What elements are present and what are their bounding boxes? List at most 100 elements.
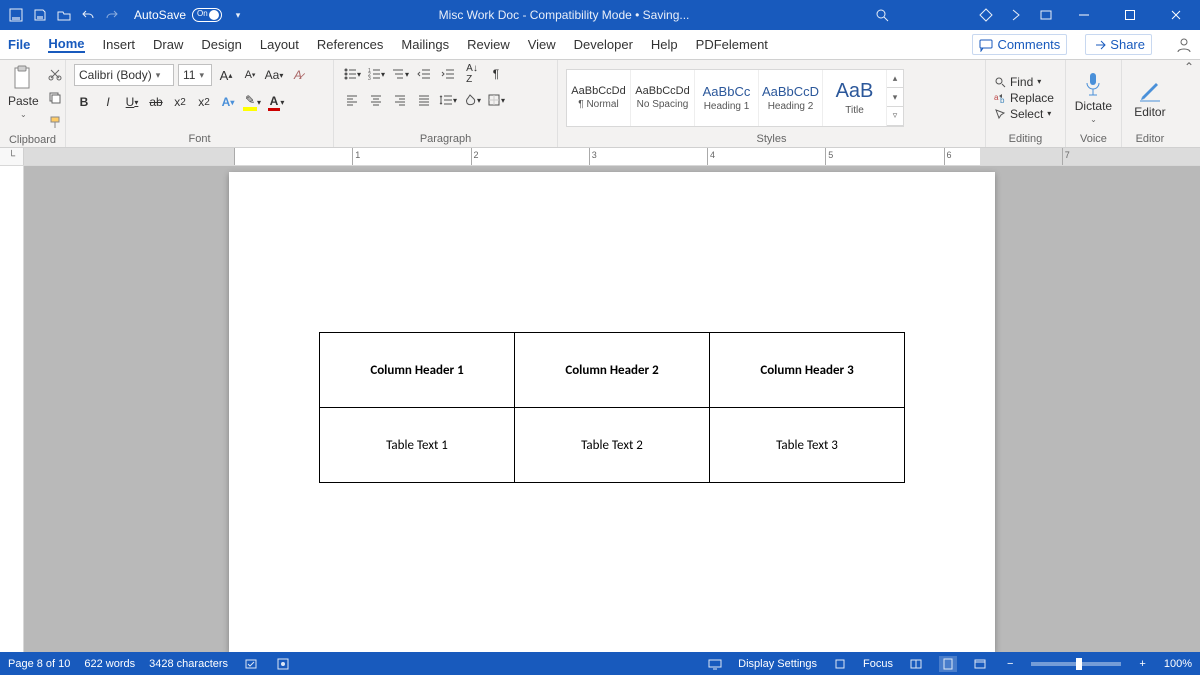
tab-references[interactable]: References: [317, 37, 383, 52]
find-button[interactable]: Find▾: [994, 75, 1041, 89]
italic-icon[interactable]: I: [98, 92, 118, 112]
select-button[interactable]: Select▾: [994, 107, 1051, 121]
page[interactable]: Column Header 1 Column Header 2 Column H…: [229, 172, 995, 652]
spellcheck-icon[interactable]: [242, 656, 260, 672]
print-layout-icon[interactable]: [939, 656, 957, 672]
tab-review[interactable]: Review: [467, 37, 510, 52]
copy-icon[interactable]: [45, 88, 65, 108]
change-case-icon[interactable]: Aa▾: [264, 65, 284, 85]
ribbon-display-icon[interactable]: [1038, 7, 1054, 23]
ruler-horizontal[interactable]: └ 1 2 3 4 5 6 7: [0, 148, 1200, 166]
shrink-font-icon[interactable]: A▾: [240, 65, 260, 85]
font-color-icon[interactable]: A▾: [266, 92, 286, 112]
display-settings-icon[interactable]: [706, 656, 724, 672]
table-row[interactable]: Table Text 1 Table Text 2 Table Text 3: [320, 408, 905, 483]
save-icon[interactable]: [32, 7, 48, 23]
document-viewport[interactable]: Column Header 1 Column Header 2 Column H…: [24, 166, 1200, 652]
document-table[interactable]: Column Header 1 Column Header 2 Column H…: [319, 332, 905, 483]
increase-indent-icon[interactable]: [438, 64, 458, 84]
align-left-icon[interactable]: [342, 90, 362, 110]
tab-layout[interactable]: Layout: [260, 37, 299, 52]
replace-button[interactable]: abReplace: [994, 91, 1054, 105]
zoom-level[interactable]: 100%: [1164, 658, 1192, 670]
styles-gallery[interactable]: AaBbCcDd¶ Normal AaBbCcDdNo Spacing AaBb…: [566, 69, 904, 127]
close-button[interactable]: [1160, 0, 1192, 30]
sort-icon[interactable]: A↓Z: [462, 64, 482, 84]
styles-scroll[interactable]: ▴▾▿: [887, 70, 903, 126]
autosave-toggle[interactable]: On: [192, 8, 222, 22]
undo-icon[interactable]: [80, 7, 96, 23]
strikethrough-icon[interactable]: ab: [146, 92, 166, 112]
line-spacing-icon[interactable]: ▾: [438, 90, 458, 110]
account-icon[interactable]: [1176, 37, 1192, 53]
underline-icon[interactable]: U▾: [122, 92, 142, 112]
shading-icon[interactable]: ▾: [462, 90, 482, 110]
grow-font-icon[interactable]: A▴: [216, 65, 236, 85]
font-name-combo[interactable]: Calibri (Body)▾: [74, 64, 174, 86]
style-heading2[interactable]: AaBbCcDHeading 2: [759, 70, 823, 126]
diamond-icon[interactable]: [978, 7, 994, 23]
superscript-icon[interactable]: x2: [194, 92, 214, 112]
tab-developer[interactable]: Developer: [574, 37, 633, 52]
qat-dropdown-icon[interactable]: ▾: [230, 7, 246, 23]
style-normal[interactable]: AaBbCcDd¶ Normal: [567, 70, 631, 126]
tab-draw[interactable]: Draw: [153, 37, 183, 52]
search-icon[interactable]: [874, 7, 890, 23]
share-button[interactable]: Share: [1085, 34, 1152, 55]
minimize-button[interactable]: [1068, 0, 1100, 30]
tab-file[interactable]: File: [8, 37, 30, 52]
word-count[interactable]: 622 words: [84, 658, 135, 670]
zoom-out[interactable]: −: [1003, 658, 1017, 670]
tab-view[interactable]: View: [528, 37, 556, 52]
bold-icon[interactable]: B: [74, 92, 94, 112]
tab-selector[interactable]: └: [0, 148, 24, 165]
page-number[interactable]: Page 8 of 10: [8, 658, 70, 670]
style-nospacing[interactable]: AaBbCcDdNo Spacing: [631, 70, 695, 126]
highlight-icon[interactable]: ✎▾: [242, 92, 262, 112]
bullets-icon[interactable]: ▾: [342, 64, 362, 84]
table-cell[interactable]: Table Text 2: [515, 408, 710, 483]
cut-icon[interactable]: [45, 64, 65, 84]
style-heading1[interactable]: AaBbCcHeading 1: [695, 70, 759, 126]
macro-icon[interactable]: [274, 656, 292, 672]
ruler-vertical[interactable]: [0, 166, 24, 652]
autosave-doc-icon[interactable]: [8, 7, 24, 23]
comments-button[interactable]: Comments: [972, 34, 1067, 55]
tab-home[interactable]: Home: [48, 36, 84, 53]
focus-mode[interactable]: Focus: [863, 658, 893, 670]
style-title[interactable]: AaBTitle: [823, 70, 887, 126]
table-cell[interactable]: Column Header 3: [710, 333, 905, 408]
table-cell[interactable]: Table Text 1: [320, 408, 515, 483]
zoom-slider[interactable]: [1031, 662, 1121, 666]
font-size-combo[interactable]: 11▾: [178, 64, 212, 86]
borders-icon[interactable]: ▾: [486, 90, 506, 110]
tab-mailings[interactable]: Mailings: [401, 37, 449, 52]
text-effects-icon[interactable]: A▾: [218, 92, 238, 112]
web-layout-icon[interactable]: [971, 656, 989, 672]
show-marks-icon[interactable]: ¶: [486, 64, 506, 84]
display-settings[interactable]: Display Settings: [738, 658, 817, 670]
decrease-indent-icon[interactable]: [414, 64, 434, 84]
numbering-icon[interactable]: 123▾: [366, 64, 386, 84]
tab-design[interactable]: Design: [201, 37, 241, 52]
align-center-icon[interactable]: [366, 90, 386, 110]
table-cell[interactable]: Table Text 3: [710, 408, 905, 483]
dictate-button[interactable]: Dictate⌄: [1074, 71, 1113, 124]
tab-pdfelement[interactable]: PDFelement: [696, 37, 768, 52]
align-right-icon[interactable]: [390, 90, 410, 110]
multilevel-list-icon[interactable]: ▾: [390, 64, 410, 84]
zoom-in[interactable]: +: [1135, 658, 1149, 670]
clear-formatting-icon[interactable]: A̷: [288, 65, 308, 85]
tab-insert[interactable]: Insert: [103, 37, 136, 52]
maximize-button[interactable]: [1114, 0, 1146, 30]
read-mode-icon[interactable]: [907, 656, 925, 672]
collapse-ribbon-icon[interactable]: ⌃: [1178, 60, 1200, 147]
focus-icon[interactable]: [831, 656, 849, 672]
subscript-icon[interactable]: x2: [170, 92, 190, 112]
table-row[interactable]: Column Header 1 Column Header 2 Column H…: [320, 333, 905, 408]
justify-icon[interactable]: [414, 90, 434, 110]
table-cell[interactable]: Column Header 1: [320, 333, 515, 408]
char-count[interactable]: 3428 characters: [149, 658, 228, 670]
tab-help[interactable]: Help: [651, 37, 678, 52]
redo-icon[interactable]: [104, 7, 120, 23]
